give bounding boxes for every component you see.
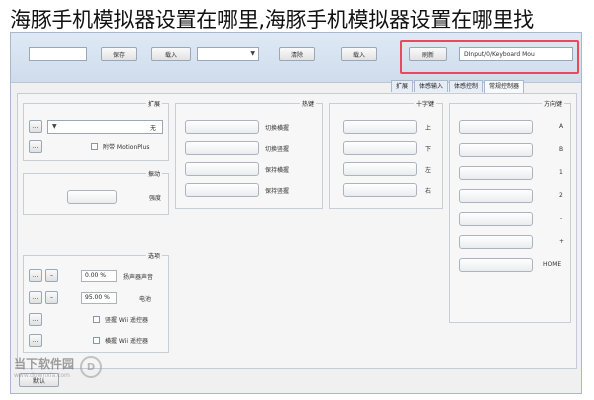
watermark-url: www.downxia.com: [14, 372, 70, 379]
button-a-label: A: [559, 123, 564, 130]
watermark-name: 当下软件园: [14, 357, 75, 371]
hotkey-upright-toggle-label: 切换竖握: [265, 146, 290, 153]
motionplus-config-button[interactable]: …: [29, 140, 42, 153]
tab-bar: 扩展 体感输入 体感控制 常规控制器: [391, 80, 525, 93]
device-combo-value: DInput/0/Keyboard Mou: [464, 50, 535, 58]
button-plus-label: +: [559, 238, 565, 245]
chevron-down-icon: ▼: [250, 50, 255, 57]
battery-label: 电池: [139, 296, 152, 303]
dpad-group-label: 十字键: [413, 99, 436, 108]
hotkey-upright-hold-field[interactable]: [185, 183, 259, 197]
button-plus-field[interactable]: [459, 235, 533, 249]
hotkey-sideways-hold-field[interactable]: [185, 162, 259, 176]
speaker-value-input[interactable]: 0.00 %: [81, 270, 117, 282]
dpad-up-field[interactable]: [343, 120, 417, 134]
hotkey-sideways-toggle-field[interactable]: [185, 120, 259, 134]
device-combo[interactable]: DInput/0/Keyboard Mou: [459, 47, 573, 61]
battery-config-button[interactable]: …: [29, 291, 42, 304]
speaker-label: 扬声器声音: [123, 274, 154, 281]
watermark: 当下软件园 www.downxia.com D: [14, 355, 103, 379]
button-2-field[interactable]: [459, 189, 533, 203]
dpad-right-label: 右: [425, 188, 432, 195]
dpad-left-field[interactable]: [343, 162, 417, 176]
button-home-field[interactable]: [459, 258, 533, 272]
dpad-up-label: 上: [425, 125, 432, 132]
profile-select[interactable]: ▼: [197, 47, 259, 61]
battery-value-input[interactable]: 95.00 %: [81, 292, 117, 304]
button-b-label: B: [559, 146, 564, 153]
motionplus-label: 附带 MotionPlus: [103, 144, 150, 151]
button-2-label: 2: [559, 192, 563, 199]
tab-motion-input[interactable]: 体感输入: [414, 80, 449, 92]
sideways-checkbox[interactable]: [93, 337, 100, 344]
extension-value: 无: [149, 125, 156, 132]
motionplus-checkbox[interactable]: [91, 143, 98, 150]
dpad-right-field[interactable]: [343, 183, 417, 197]
rumble-group-label: 振动: [145, 169, 162, 178]
button-b-field[interactable]: [459, 143, 533, 157]
button-a-field[interactable]: [459, 120, 533, 134]
tab-extension[interactable]: 扩展: [391, 80, 414, 92]
hotkey-sideways-hold-label: 保持横握: [265, 167, 290, 174]
sideways-label: 横握 Wii 遥控器: [105, 338, 148, 345]
controller-config-window: 保存 载入 ▼ 清除 载入 刷新 DInput/0/Keyboard Mou 扩…: [10, 32, 582, 394]
extension-group-label: 扩展: [145, 99, 162, 108]
tab-motion-control[interactable]: 体感控制: [449, 80, 484, 92]
dpad-down-field[interactable]: [343, 141, 417, 155]
button-home-label: HOME: [543, 261, 562, 268]
refresh-button[interactable]: 刷新: [409, 47, 447, 61]
load-profile-button[interactable]: 载入: [341, 47, 377, 61]
sideways-config-button[interactable]: …: [29, 334, 42, 347]
rumble-strength-field[interactable]: [67, 190, 117, 204]
clear-button[interactable]: 清除: [279, 47, 315, 61]
button-1-label: 1: [559, 169, 563, 176]
hotkey-upright-hold-label: 保持竖握: [265, 188, 290, 195]
upright-checkbox[interactable]: [93, 316, 100, 323]
chevron-down-icon: ▼: [52, 123, 57, 130]
load-button[interactable]: 载入: [151, 47, 191, 61]
dpad-down-label: 下: [425, 146, 432, 153]
rumble-strength-label: 强度: [149, 195, 162, 202]
button-minus-label: -: [560, 215, 563, 222]
speaker-step-button[interactable]: –: [45, 269, 58, 282]
dpad-left-label: 左: [425, 167, 432, 174]
save-button[interactable]: 保存: [101, 47, 137, 61]
hotkey-sideways-toggle-label: 切换横握: [265, 125, 290, 132]
page-caption: 海豚手机模拟器设置在哪里,海豚手机模拟器设置在哪里找: [10, 8, 534, 32]
button-1-field[interactable]: [459, 166, 533, 180]
tab-general[interactable]: 常规控制器: [484, 80, 525, 93]
hotkeys-group-label: 热键: [299, 99, 316, 108]
extension-config-button[interactable]: …: [29, 120, 42, 133]
hotkey-upright-toggle-field[interactable]: [185, 141, 259, 155]
options-group-label: 选项: [145, 251, 162, 260]
battery-step-button[interactable]: –: [45, 291, 58, 304]
profile-combo[interactable]: [29, 47, 87, 61]
buttons-group-label: 方向键: [541, 99, 564, 108]
button-minus-field[interactable]: [459, 212, 533, 226]
watermark-logo-icon: D: [80, 356, 103, 378]
speaker-config-button[interactable]: …: [29, 269, 42, 282]
upright-label: 竖握 Wii 遥控器: [105, 317, 148, 324]
extension-combo[interactable]: ▼ 无: [47, 120, 163, 134]
upright-config-button[interactable]: …: [29, 313, 42, 326]
